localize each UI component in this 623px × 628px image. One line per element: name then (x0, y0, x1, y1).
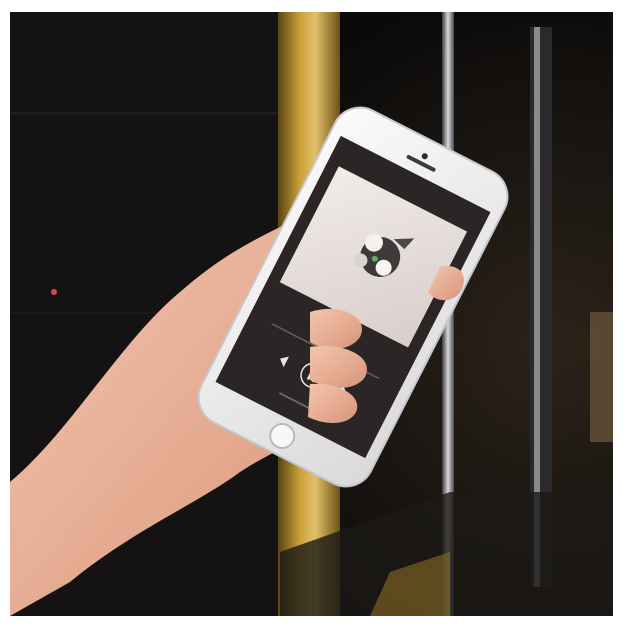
red-light (51, 289, 57, 295)
photo-scene (10, 12, 613, 616)
photo (10, 12, 613, 616)
